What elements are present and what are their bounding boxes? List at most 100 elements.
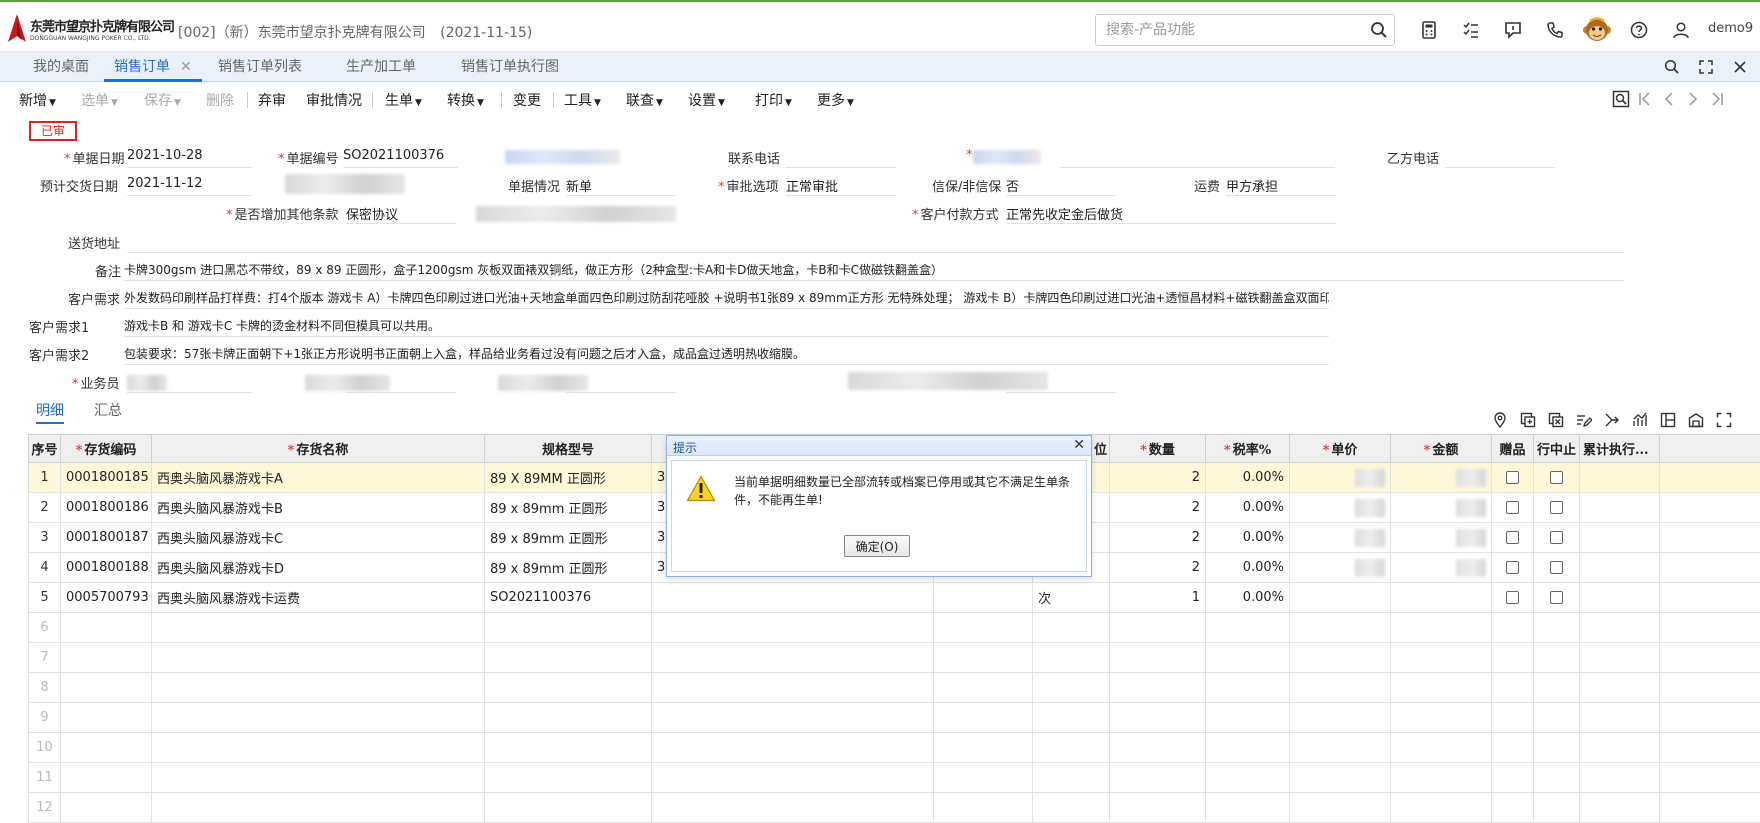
row-index[interactable]: 10 xyxy=(29,733,61,763)
empty-cell[interactable] xyxy=(1110,673,1206,703)
cell-amount[interactable] xyxy=(1391,583,1492,613)
empty-cell[interactable] xyxy=(1290,673,1391,703)
empty-cell[interactable] xyxy=(934,793,1033,823)
empty-cell[interactable] xyxy=(61,793,152,823)
row-index[interactable]: 8 xyxy=(29,673,61,703)
empty-cell[interactable] xyxy=(652,673,934,703)
cell-gift[interactable] xyxy=(1492,463,1534,493)
cell-item-name[interactable]: 西奥头脑风暴游戏卡运费 xyxy=(152,583,485,613)
empty-cell[interactable] xyxy=(1492,673,1534,703)
dialog-ok-button[interactable]: 确定(O) xyxy=(844,535,910,557)
chart-icon[interactable] xyxy=(1630,410,1650,430)
empty-cell[interactable] xyxy=(152,643,485,673)
empty-cell[interactable] xyxy=(1580,673,1660,703)
cell-cumulative-exec[interactable] xyxy=(1580,493,1660,523)
cell-unit-price[interactable] xyxy=(1290,463,1391,493)
tools-button[interactable]: 工具▼ xyxy=(564,90,601,110)
cell-unit-price[interactable] xyxy=(1290,523,1391,553)
customer-need-field[interactable]: 外发数码印刷样品打样费：打4个版本 游戏卡 A）卡牌四色印刷过进口光油+天地盒单… xyxy=(124,289,1329,309)
cell-tax-rate[interactable]: 0.00% xyxy=(1206,553,1290,583)
address-field[interactable] xyxy=(127,233,1624,253)
empty-cell[interactable] xyxy=(1534,643,1580,673)
locate-search-icon[interactable] xyxy=(1612,90,1630,108)
col-item-code[interactable]: *存货编码 xyxy=(61,435,152,463)
redacted-value-field[interactable] xyxy=(1006,373,1116,393)
empty-cell[interactable] xyxy=(652,733,934,763)
col-index[interactable]: 序号 xyxy=(29,435,61,463)
empty-cell[interactable] xyxy=(1534,793,1580,823)
empty-cell[interactable] xyxy=(61,613,152,643)
gift-checkbox[interactable] xyxy=(1506,591,1519,604)
empty-cell[interactable] xyxy=(1033,613,1110,643)
cell-unit[interactable]: 次 xyxy=(1033,583,1110,613)
empty-cell[interactable] xyxy=(1391,613,1492,643)
cell-quantity[interactable]: 2 xyxy=(1110,463,1206,493)
empty-table-row[interactable]: 11 xyxy=(29,763,1760,793)
empty-cell[interactable] xyxy=(934,613,1033,643)
row-index[interactable]: 4 xyxy=(29,553,61,583)
cell-gift[interactable] xyxy=(1492,583,1534,613)
cell-spec[interactable]: 89 x 89mm 正圆形 xyxy=(485,553,652,583)
empty-cell[interactable] xyxy=(652,643,934,673)
empty-cell[interactable] xyxy=(1391,793,1492,823)
cell-tax-rate[interactable]: 0.00% xyxy=(1206,523,1290,553)
cell-item-name[interactable]: 西奥头脑风暴游戏卡C xyxy=(152,523,485,553)
cell-item-name[interactable]: 西奥头脑风暴游戏卡D xyxy=(152,553,485,583)
convert-button[interactable]: 转换▼ xyxy=(447,90,484,110)
cell-item-name[interactable]: 西奥头脑风暴游戏卡B xyxy=(152,493,485,523)
empty-cell[interactable] xyxy=(1033,703,1110,733)
empty-cell[interactable] xyxy=(1110,733,1206,763)
monkey-mascot-icon[interactable] xyxy=(1576,14,1618,46)
search-input[interactable] xyxy=(1096,15,1356,45)
cell-spec[interactable]: 89 X 89MM 正圆形 xyxy=(485,463,652,493)
close-window-icon[interactable] xyxy=(1729,56,1751,78)
gift-checkbox[interactable] xyxy=(1506,531,1519,544)
empty-cell[interactable] xyxy=(1290,643,1391,673)
empty-cell[interactable] xyxy=(1290,613,1391,643)
empty-cell[interactable] xyxy=(1206,733,1290,763)
empty-cell[interactable] xyxy=(1206,793,1290,823)
doc-date-field[interactable]: 2021-10-28 xyxy=(127,148,252,168)
tab-sales-order-execution[interactable]: 销售订单执行图 xyxy=(461,52,559,82)
row-index[interactable]: 6 xyxy=(29,613,61,643)
empty-cell[interactable] xyxy=(1492,613,1534,643)
gift-checkbox[interactable] xyxy=(1506,501,1519,514)
redacted-value-field[interactable] xyxy=(566,373,676,393)
tab-search-icon[interactable] xyxy=(1661,56,1683,78)
payment-method-field[interactable]: 正常先收定金后做货 xyxy=(1006,204,1336,224)
cell-line-stop[interactable] xyxy=(1534,583,1580,613)
row-index[interactable]: 1 xyxy=(29,463,61,493)
col-gift[interactable]: 赠品 xyxy=(1492,435,1534,463)
cell-tax-rate[interactable]: 0.00% xyxy=(1206,493,1290,523)
phone-icon[interactable] xyxy=(1534,14,1576,46)
empty-cell[interactable] xyxy=(652,703,934,733)
empty-cell[interactable] xyxy=(152,733,485,763)
empty-cell[interactable] xyxy=(1206,763,1290,793)
cell-line-stop[interactable] xyxy=(1534,493,1580,523)
delete-button[interactable]: 删除 xyxy=(206,90,234,110)
cell-cumulative-exec[interactable] xyxy=(1580,583,1660,613)
empty-cell[interactable] xyxy=(1534,613,1580,643)
cell-amount[interactable] xyxy=(1391,523,1492,553)
empty-cell[interactable] xyxy=(1534,733,1580,763)
settings-button[interactable]: 设置▼ xyxy=(688,90,725,110)
empty-cell[interactable] xyxy=(934,673,1033,703)
cell-item-code[interactable]: 0001800187 xyxy=(61,523,152,553)
col-cumulative-exec[interactable]: 累计执行... xyxy=(1580,435,1660,463)
customer-need2-field[interactable]: 包装要求：57张卡牌正面朝下+1张正方形说明书正面朝上入盒，样品给业务看过没有问… xyxy=(124,345,1329,365)
empty-cell[interactable] xyxy=(485,733,652,763)
more-button[interactable]: 更多▼ xyxy=(817,90,854,110)
fullscreen-icon[interactable] xyxy=(1695,56,1717,78)
empty-cell[interactable] xyxy=(485,703,652,733)
redacted-value-field[interactable] xyxy=(346,373,456,393)
line-stop-checkbox[interactable] xyxy=(1550,531,1563,544)
empty-cell[interactable] xyxy=(1206,613,1290,643)
col-tax-rate[interactable]: *税率% xyxy=(1206,435,1290,463)
cell-cumulative-exec[interactable] xyxy=(1580,523,1660,553)
empty-cell[interactable] xyxy=(1033,733,1110,763)
empty-cell[interactable] xyxy=(1534,763,1580,793)
col-quantity[interactable]: *数量 xyxy=(1110,435,1206,463)
empty-cell[interactable] xyxy=(1492,763,1534,793)
col-unit-price[interactable]: *单价 xyxy=(1290,435,1391,463)
empty-cell[interactable] xyxy=(61,643,152,673)
